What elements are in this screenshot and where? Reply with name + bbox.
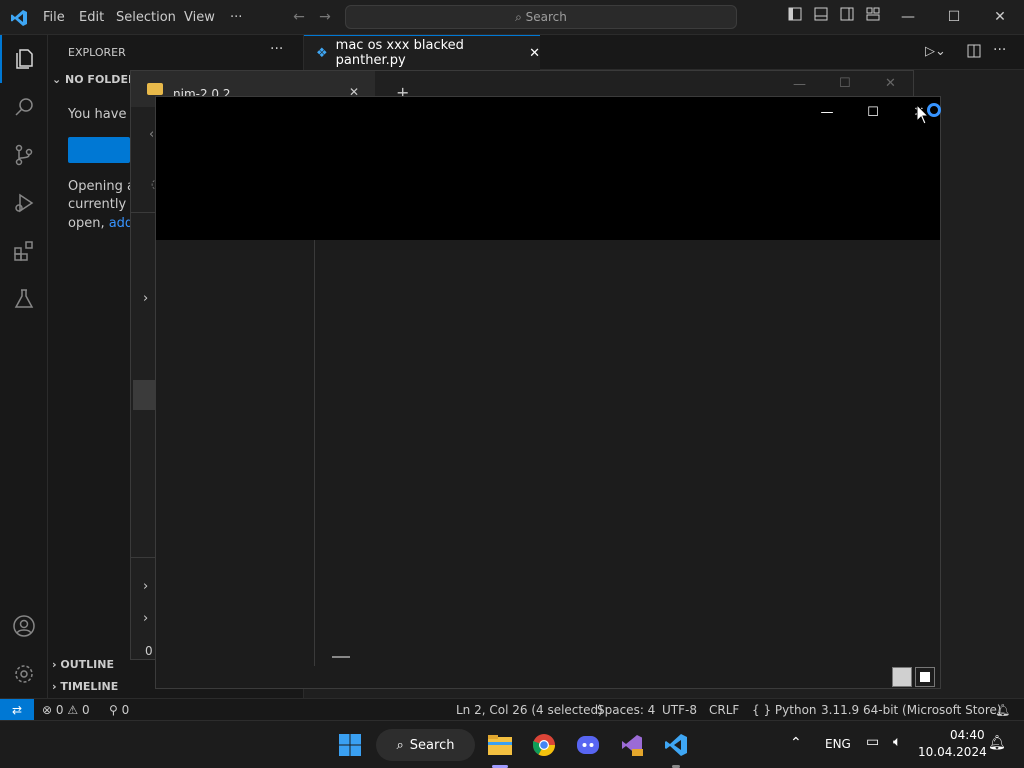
divider [131,212,157,213]
search-sidebar-icon[interactable] [0,83,48,131]
vscode-taskbar-icon[interactable] [660,729,692,761]
nav-expand-chevron-icon[interactable]: › [143,291,148,306]
bg-back-icon[interactable]: ‹ [149,127,154,142]
cursor-position[interactable]: Ln 2, Col 26 (4 selected) [456,699,603,721]
opening-text-2: currently o [68,197,139,212]
text-cursor-mark [332,656,350,658]
sidebar-title: EXPLORER [68,46,126,59]
extensions-icon[interactable] [0,227,48,275]
menu-edit[interactable]: Edit [79,0,104,35]
fg-minimize-icon[interactable]: — [804,97,850,127]
black-title-area: — ☐ ✕ [156,97,940,240]
nav-expand-chevron-icon[interactable]: › [143,611,148,626]
menu-file[interactable]: File [43,0,65,35]
testing-flask-icon[interactable] [0,275,48,323]
taskbar-search[interactable]: ⌕ Search [376,729,475,761]
ports-indicator[interactable]: ⚲ 0 [109,699,129,721]
explorer-icon[interactable] [0,35,48,83]
split-editor-icon[interactable] [967,44,981,62]
problems-indicator[interactable]: ⊗ 0 ⚠ 0 [42,699,90,721]
nav-forward-icon[interactable]: → [310,0,340,35]
opening-text-3: open, add [68,216,134,231]
clock-date[interactable]: 10.04.2024 [918,745,987,759]
python-file-icon: ❖ [316,45,328,61]
editor-tab[interactable]: ❖ mac os xxx blacked panther.py ✕ [304,35,540,70]
no-folder-section[interactable]: ⌄ NO FOLDER [52,73,136,86]
details-view-icon[interactable] [892,667,912,687]
run-file-icon[interactable]: ▷⌄ [925,44,946,59]
search-label: Search [525,10,567,24]
nav-selected-item[interactable] [133,380,155,410]
close-icon[interactable]: ✕ [985,0,1015,35]
menu-selection[interactable]: Selection [116,0,176,35]
notification-bell-icon[interactable]: 🔔︎ [988,735,1006,751]
no-folder-message: You have n [68,107,139,122]
chevron-down-icon: ⌄ [52,73,66,86]
visual-studio-preview-icon[interactable] [616,729,648,761]
editor-tab-label: mac os xxx blacked panther.py [335,38,464,68]
status-bar: ⇄ ⊗ 0 ⚠ 0 ⚲ 0 Ln 2, Col 26 (4 selected) … [0,698,1024,721]
indentation[interactable]: Spaces: 4 [597,699,655,721]
minimize-icon[interactable]: — [893,0,923,35]
vscode-logo-icon [10,9,28,27]
blank-app-window: — ☐ ✕ [155,96,941,689]
clock-time[interactable]: 04:40 [950,728,985,742]
encoding[interactable]: UTF-8 [662,699,697,721]
broadcast-icon: ⚲ [109,703,118,717]
maximize-icon[interactable]: ☐ [939,0,969,35]
bg-maximize-icon[interactable]: ☐ [839,76,851,91]
outline-section[interactable]: › OUTLINE [52,658,114,671]
activity-bar [0,35,48,698]
customize-layout-icon[interactable] [858,0,888,35]
remote-indicator-icon[interactable]: ⇄ [0,699,34,721]
discord-icon[interactable] [572,729,604,761]
input-language[interactable]: ENG [825,737,851,751]
windows-taskbar: ⌕ Search ⌃ ENG ▭ 🔈︎ 04:40 10.04.2024 🔔︎ [0,720,1024,768]
menu-view[interactable]: View [184,0,215,35]
title-bar: File Edit Selection View ··· ← → ⌕ Searc… [0,0,1024,35]
start-windows-icon[interactable] [334,729,366,761]
show-hidden-icons-chevron-icon[interactable]: ⌃ [790,735,802,751]
command-center-search[interactable]: ⌕ Search [345,5,737,29]
menu-more[interactable]: ··· [230,0,242,35]
chrome-icon[interactable] [528,729,560,761]
pane-divider [314,240,315,666]
sidebar-more-icon[interactable]: ··· [270,41,283,57]
bg-minimize-icon[interactable]: — [793,77,806,92]
source-control-icon[interactable] [0,131,48,179]
busy-spinner-icon [927,103,941,117]
braces-icon: { } [752,703,772,717]
file-explorer-icon[interactable] [484,729,516,761]
accounts-icon[interactable] [0,602,48,650]
run-debug-icon[interactable] [0,179,48,227]
network-icon[interactable]: ▭ [866,734,879,750]
preview-view-icon[interactable] [915,667,935,687]
divider [131,557,157,558]
fg-maximize-icon[interactable]: ☐ [850,97,896,127]
opening-text-1: Opening a [68,179,135,194]
search-icon: ⌕ [396,737,404,753]
manage-gear-icon[interactable] [0,650,48,698]
line-ending[interactable]: CRLF [709,699,739,721]
warning-icon: ⚠ [67,703,79,717]
tab-close-icon[interactable]: ✕ [529,46,540,61]
search-icon: ⌕ [515,10,522,24]
language-mode[interactable]: { } Python [752,699,817,721]
bg-close-icon[interactable]: ✕ [885,76,896,91]
editor-more-icon[interactable]: ··· [993,42,1006,58]
python-interpreter[interactable]: 3.11.9 64-bit (Microsoft Store) [821,699,1002,721]
error-icon: ⊗ [42,703,53,717]
notifications-bell-icon[interactable]: 🔔︎ [995,699,1010,721]
nav-expand-chevron-icon[interactable]: › [143,579,148,594]
folder-icon [147,83,163,95]
open-folder-button[interactable] [68,137,130,163]
volume-muted-icon[interactable]: 🔈︎ [893,734,901,750]
timeline-section[interactable]: › TIMELINE [52,680,118,693]
